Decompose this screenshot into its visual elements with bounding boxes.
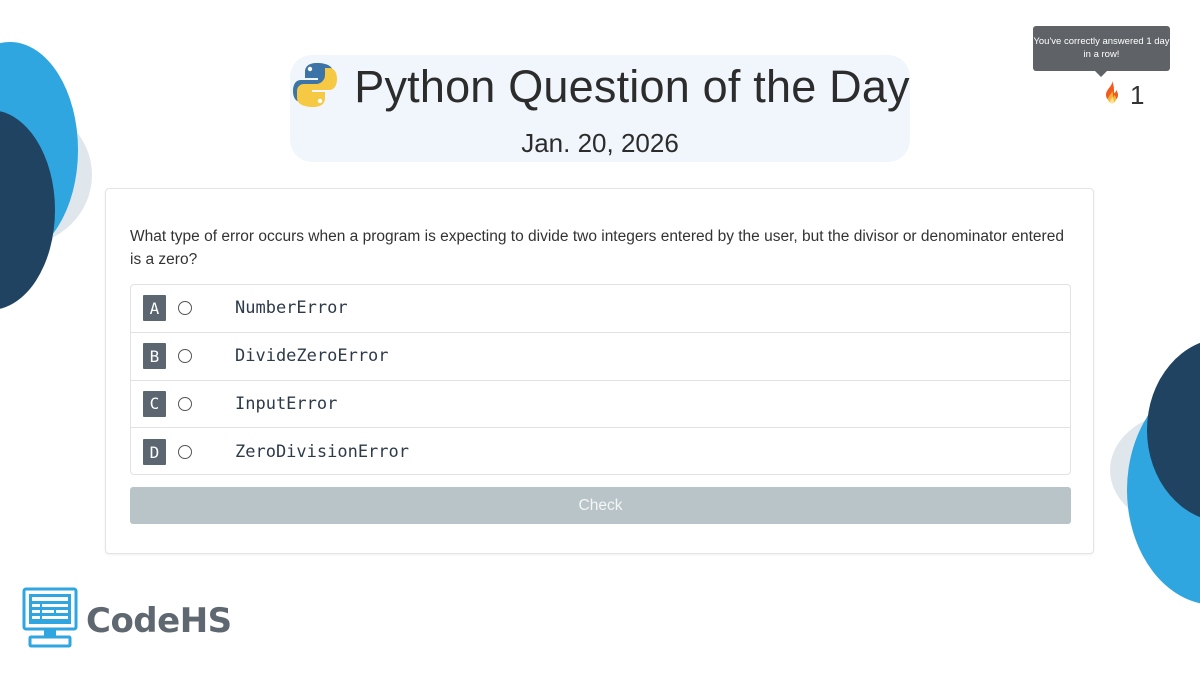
option-radio[interactable] (178, 396, 192, 411)
page-title-row: Python Question of the Day (290, 58, 910, 116)
question-card: What type of error occurs when a program… (105, 188, 1094, 554)
right-gray-blob (1110, 410, 1200, 530)
left-blue-blob (0, 42, 78, 258)
option-radio[interactable] (178, 349, 192, 364)
codehs-monitor-icon (22, 587, 78, 654)
option-letter-badge: B (143, 343, 166, 370)
right-navy-blob (1147, 342, 1200, 518)
python-logo-icon (290, 60, 340, 115)
streak-tooltip: You've correctly answered 1 day in a row… (1033, 26, 1170, 77)
streak-count: 1 (1130, 80, 1145, 110)
codehs-logo[interactable]: CodeHS (22, 587, 232, 654)
option-text: InputError (235, 393, 338, 414)
left-navy-blob (0, 111, 55, 309)
option-text: ZeroDivisionError (235, 442, 409, 463)
fire-icon (1100, 80, 1124, 111)
brand-name: CodeHS (86, 600, 232, 641)
option-letter-badge: A (143, 295, 166, 322)
right-blue-blob (1127, 376, 1200, 604)
option-letter-badge: C (143, 390, 166, 417)
answer-options: A NumberError B DivideZeroError C InputE… (130, 284, 1071, 475)
question-text: What type of error occurs when a program… (130, 228, 1064, 268)
option-d[interactable]: D ZeroDivisionError (131, 428, 1070, 474)
option-radio[interactable] (178, 301, 192, 316)
option-b[interactable]: B DivideZeroError (131, 333, 1070, 381)
page-title: Python Question of the Day (354, 61, 910, 112)
question-date: Jan. 20, 2026 (521, 128, 679, 158)
left-gray-blob (0, 105, 92, 245)
option-letter-badge: D (143, 439, 166, 466)
streak-counter[interactable]: 1 (1100, 80, 1144, 111)
option-c[interactable]: C InputError (131, 381, 1070, 429)
option-text: DivideZeroError (235, 346, 389, 367)
option-text: NumberError (235, 298, 348, 319)
check-button[interactable]: Check (130, 487, 1071, 524)
option-a[interactable]: A NumberError (131, 285, 1070, 333)
option-radio[interactable] (178, 445, 192, 460)
